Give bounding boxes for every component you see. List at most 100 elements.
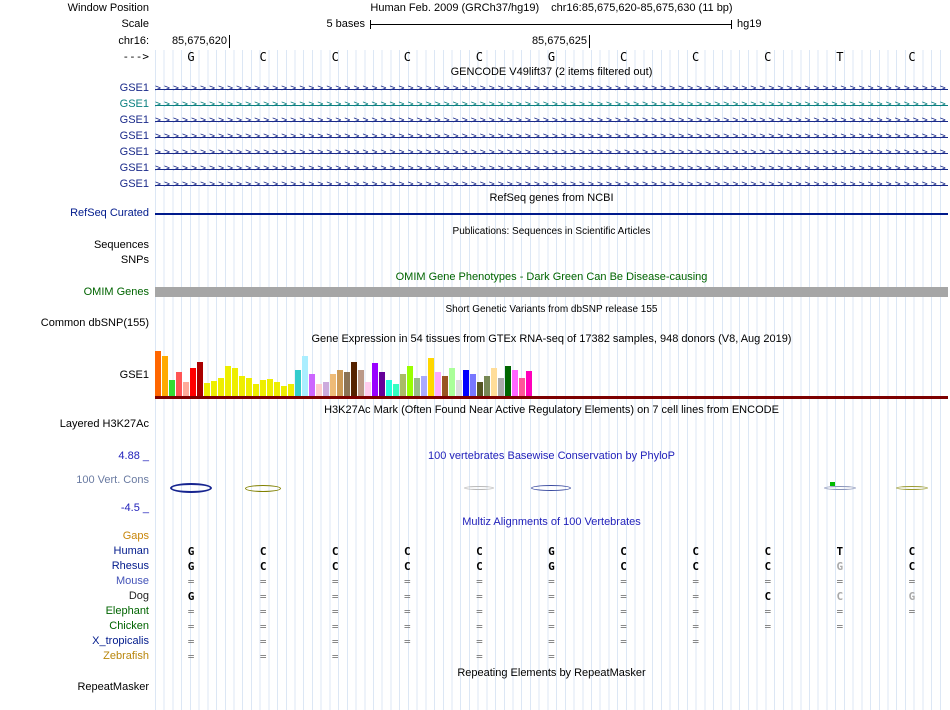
gtex-tissue-bar[interactable] xyxy=(323,382,329,396)
gtex-tissue-bar[interactable] xyxy=(442,376,448,396)
transcript-arrow-line[interactable]: >>>>>>>>>>>>>>>>>>>>>>>>>>>>>>>>>>>>>>>>… xyxy=(155,161,948,177)
gencode-item-label[interactable]: GSE1 xyxy=(0,130,151,143)
gencode-item-label[interactable]: GSE1 xyxy=(0,98,151,111)
gencode-item-label[interactable]: GSE1 xyxy=(0,146,151,159)
gtex-tissue-bar[interactable] xyxy=(512,370,518,396)
gtex-tissue-bar[interactable] xyxy=(267,379,273,396)
sequences-label[interactable]: Sequences xyxy=(0,239,151,252)
species-label[interactable]: Gaps xyxy=(0,530,151,543)
omim-genes-label[interactable]: OMIM Genes xyxy=(0,286,151,299)
gtex-tissue-bar[interactable] xyxy=(498,378,504,396)
gtex-tissue-bar[interactable] xyxy=(162,356,168,396)
phylop-glyph xyxy=(895,486,928,490)
align-base xyxy=(804,650,876,663)
gtex-item-label[interactable]: GSE1 xyxy=(0,369,151,382)
gtex-tissue-bar[interactable] xyxy=(260,380,266,396)
gtex-tissue-bar[interactable] xyxy=(428,358,434,396)
refseq-gene-bar[interactable] xyxy=(155,213,948,215)
gtex-tissue-bar[interactable] xyxy=(386,380,392,396)
h3k27ac-label[interactable]: Layered H3K27Ac xyxy=(0,418,151,431)
gtex-tissue-bar[interactable] xyxy=(218,378,224,396)
snps-label[interactable]: SNPs xyxy=(0,254,151,267)
gtex-tissue-bar[interactable] xyxy=(484,376,490,396)
gtex-tissue-bar[interactable] xyxy=(190,368,196,396)
gtex-tissue-bar[interactable] xyxy=(169,380,175,396)
align-base: = xyxy=(404,605,411,618)
conservation-label[interactable]: 100 Vert. Cons xyxy=(0,474,151,487)
gtex-tissue-bar[interactable] xyxy=(232,368,238,396)
gtex-tissue-bar[interactable] xyxy=(295,370,301,396)
gtex-tissue-bar[interactable] xyxy=(211,381,217,396)
gencode-item-label[interactable]: GSE1 xyxy=(0,162,151,175)
species-label[interactable]: Elephant xyxy=(0,605,151,618)
species-label[interactable]: Mouse xyxy=(0,575,151,588)
gtex-tissue-bar[interactable] xyxy=(379,372,385,396)
gtex-tissue-bar[interactable] xyxy=(505,366,511,396)
gtex-tissue-bar[interactable] xyxy=(183,382,189,396)
gtex-tissue-bar[interactable] xyxy=(421,376,427,396)
gtex-tissue-bar[interactable] xyxy=(351,362,357,396)
align-base: = xyxy=(476,635,483,648)
gtex-tissue-bar[interactable] xyxy=(477,382,483,396)
align-base: = xyxy=(692,620,699,633)
gencode-item-label[interactable]: GSE1 xyxy=(0,82,151,95)
species-label[interactable]: Human xyxy=(0,545,151,558)
transcript-arrow-line[interactable]: >>>>>>>>>>>>>>>>>>>>>>>>>>>>>>>>>>>>>>>>… xyxy=(155,145,948,161)
dbsnp-label[interactable]: Common dbSNP(155) xyxy=(0,317,151,330)
transcript-arrow-line[interactable]: >>>>>>>>>>>>>>>>>>>>>>>>>>>>>>>>>>>>>>>>… xyxy=(155,129,948,145)
gtex-tissue-bar[interactable] xyxy=(225,366,231,396)
gtex-tissue-bar[interactable] xyxy=(176,372,182,396)
transcript-arrow-line[interactable]: >>>>>>>>>>>>>>>>>>>>>>>>>>>>>>>>>>>>>>>>… xyxy=(155,97,948,113)
gtex-tissue-bar[interactable] xyxy=(365,382,371,396)
gtex-tissue-bar[interactable] xyxy=(435,372,441,396)
gtex-tissue-bar[interactable] xyxy=(456,380,462,396)
align-base: = xyxy=(331,635,339,648)
gtex-tissue-bar[interactable] xyxy=(246,378,252,396)
gtex-tissue-bar[interactable] xyxy=(253,384,259,396)
transcript-arrow-line[interactable]: >>>>>>>>>>>>>>>>>>>>>>>>>>>>>>>>>>>>>>>>… xyxy=(155,177,948,193)
species-label[interactable]: Chicken xyxy=(0,620,151,633)
gtex-tissue-bar[interactable] xyxy=(407,366,413,396)
gtex-tissue-bar[interactable] xyxy=(491,368,497,396)
gtex-tissue-bar[interactable] xyxy=(344,372,350,396)
gencode-item-label[interactable]: GSE1 xyxy=(0,114,151,127)
gtex-tissue-bar[interactable] xyxy=(337,370,343,396)
gtex-tissue-bar[interactable] xyxy=(330,374,336,396)
align-base: C xyxy=(476,545,483,558)
gtex-tissue-bar[interactable] xyxy=(288,384,294,396)
transcript-arrow-line[interactable]: >>>>>>>>>>>>>>>>>>>>>>>>>>>>>>>>>>>>>>>>… xyxy=(155,81,948,97)
refseq-curated-label[interactable]: RefSeq Curated xyxy=(0,207,151,220)
species-label[interactable]: Dog xyxy=(0,590,151,603)
gtex-tissue-bar[interactable] xyxy=(204,383,210,396)
align-base: = xyxy=(908,605,916,618)
gtex-tissue-bar[interactable] xyxy=(309,374,315,396)
gtex-tissue-bar[interactable] xyxy=(358,370,364,396)
gtex-tissue-bar[interactable] xyxy=(197,362,203,396)
align-base: G xyxy=(187,545,195,558)
gtex-tissue-bar[interactable] xyxy=(302,356,308,396)
align-base: G xyxy=(836,560,844,573)
gtex-tissue-bar[interactable] xyxy=(372,363,378,396)
gtex-tissue-bar[interactable] xyxy=(400,374,406,396)
gtex-tissue-bar[interactable] xyxy=(274,382,280,396)
gencode-item-label[interactable]: GSE1 xyxy=(0,178,151,191)
gtex-tissue-bar[interactable] xyxy=(239,376,245,396)
gtex-tissue-bar[interactable] xyxy=(519,378,525,396)
gtex-tissue-bar[interactable] xyxy=(526,371,532,396)
gtex-tissue-bar[interactable] xyxy=(414,378,420,396)
gtex-tissue-bar[interactable] xyxy=(155,351,161,396)
gtex-tissue-bar[interactable] xyxy=(316,384,322,396)
omim-gene-bar[interactable] xyxy=(155,287,948,297)
gtex-tissue-bar[interactable] xyxy=(393,384,399,396)
species-label[interactable]: Zebrafish xyxy=(0,650,151,663)
gtex-tissue-bar[interactable] xyxy=(470,374,476,396)
transcript-arrow-line[interactable]: >>>>>>>>>>>>>>>>>>>>>>>>>>>>>>>>>>>>>>>>… xyxy=(155,113,948,129)
species-label[interactable]: Rhesus xyxy=(0,560,151,573)
repeatmasker-label[interactable]: RepeatMasker xyxy=(0,681,151,694)
gtex-tissue-bar[interactable] xyxy=(463,370,469,396)
gtex-tissue-bar[interactable] xyxy=(281,386,287,396)
align-base: = xyxy=(548,635,555,648)
gtex-tissue-bar[interactable] xyxy=(449,368,455,396)
species-label[interactable]: X_tropicalis xyxy=(0,635,151,648)
strand-arrow-label[interactable]: ---> xyxy=(0,50,151,63)
